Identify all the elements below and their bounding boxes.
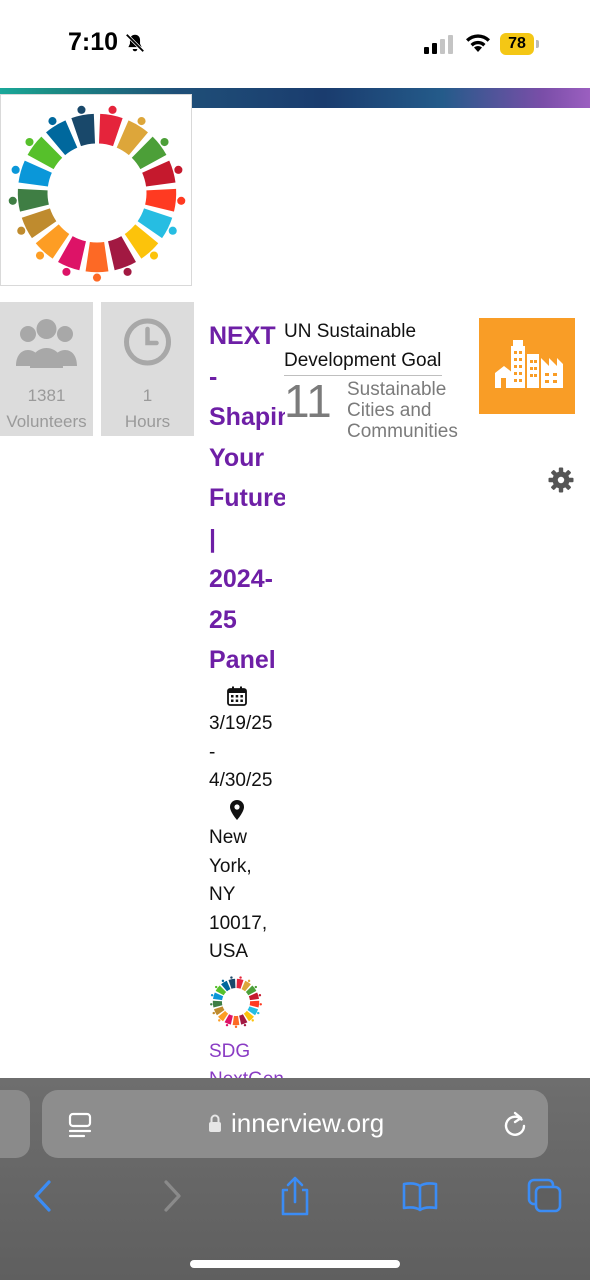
- wheel-dot: [174, 165, 183, 174]
- previous-tab-preview[interactable]: [0, 1090, 30, 1158]
- sdg-wheel-logo: [8, 105, 186, 282]
- wheel-segment: [249, 1000, 260, 1008]
- volunteers-count: 1381: [27, 386, 66, 405]
- wheel-dot: [243, 1023, 247, 1027]
- wheel-segment: [71, 113, 96, 147]
- city-buildings-icon: [495, 340, 563, 388]
- wheel-dot: [17, 226, 26, 235]
- forward-icon[interactable]: [152, 1176, 192, 1216]
- bell-muted-icon: [125, 33, 145, 53]
- hours-stat: 1 Hours: [101, 302, 194, 436]
- wheel-dot: [218, 1019, 221, 1022]
- goal-11-icon: [479, 318, 575, 414]
- wheel-segment: [17, 188, 49, 212]
- wheel-segment: [85, 241, 109, 273]
- wheel-dot: [251, 1019, 254, 1022]
- volunteers-label: Volunteers: [6, 412, 87, 431]
- cellular-signal-icon: [424, 35, 453, 54]
- home-indicator: [190, 1260, 400, 1268]
- wheel-dot: [160, 137, 169, 147]
- goal-name: Sustainable Cities and Communities: [347, 379, 458, 442]
- url-text[interactable]: innerview.org: [231, 1108, 384, 1139]
- goal-heading: UN Sustainable Development Goal: [284, 321, 442, 371]
- wheel-dot: [258, 993, 262, 997]
- wheel-dot: [225, 1023, 229, 1027]
- users-icon: [16, 319, 77, 368]
- clock-icon: [124, 318, 171, 366]
- wheel-dot: [230, 976, 233, 979]
- wheel-dot: [11, 165, 20, 174]
- wheel-dot: [259, 1003, 262, 1006]
- calendar-icon: [227, 686, 247, 706]
- wheel-dot: [25, 137, 34, 147]
- reload-icon[interactable]: [502, 1110, 528, 1138]
- site-logo[interactable]: [0, 94, 192, 286]
- wheel-dot: [137, 117, 146, 126]
- bookmarks-icon[interactable]: [400, 1176, 440, 1216]
- lock-icon: [209, 1114, 221, 1132]
- wheel-dot: [254, 985, 258, 989]
- page-menu-icon[interactable]: [68, 1112, 92, 1138]
- wheel-dot: [210, 993, 214, 997]
- wheel-dot: [77, 105, 86, 114]
- status-bar: 7:10 78: [0, 0, 590, 88]
- wheel-dot: [210, 1003, 213, 1006]
- goal-number: 11: [284, 375, 332, 427]
- wheel-dot: [221, 979, 225, 983]
- wheel-segment: [212, 1000, 223, 1008]
- wheel-dot: [92, 273, 102, 282]
- wheel-dot: [247, 979, 251, 983]
- wheel-dot: [48, 117, 57, 126]
- back-icon[interactable]: [24, 1176, 64, 1216]
- tabs-icon[interactable]: [525, 1176, 565, 1216]
- wheel-segment: [98, 113, 123, 147]
- hours-count: 1: [142, 386, 153, 405]
- wheel-dot: [62, 267, 71, 276]
- sdg-nextgen-logo[interactable]: [209, 975, 263, 1029]
- status-time: 7:10: [68, 28, 119, 56]
- volunteers-stat: 1381 Volunteers: [0, 302, 93, 436]
- wheel-dot: [168, 226, 177, 235]
- gear-icon[interactable]: [547, 466, 575, 494]
- wifi-icon: [466, 34, 490, 52]
- wheel-dot: [8, 196, 17, 205]
- wheel-dot: [149, 251, 159, 260]
- event-title[interactable]: NEXT - Shapin Your Future | 2024- 25 Pan…: [209, 316, 285, 681]
- event-date: 3/19/25 - 4/30/25: [209, 713, 273, 791]
- wheel-dot: [212, 1011, 215, 1015]
- wheel-dot: [239, 976, 242, 979]
- share-icon[interactable]: [275, 1176, 315, 1216]
- wheel-dot: [108, 105, 117, 114]
- wheel-dot: [257, 1011, 260, 1015]
- hours-label: Hours: [124, 412, 171, 431]
- wheel-dot: [234, 1025, 238, 1029]
- wheel-segment: [232, 1015, 240, 1026]
- event-location: New York, NY 10017, USA: [209, 827, 268, 962]
- battery-indicator: 78: [500, 33, 540, 55]
- battery-level: 78: [500, 33, 534, 55]
- wheel-dot: [177, 196, 186, 205]
- location-pin-icon: [230, 800, 244, 820]
- wheel-dot: [214, 985, 218, 989]
- wheel-dot: [35, 251, 45, 260]
- wheel-segment: [145, 188, 177, 212]
- wheel-dot: [123, 267, 132, 276]
